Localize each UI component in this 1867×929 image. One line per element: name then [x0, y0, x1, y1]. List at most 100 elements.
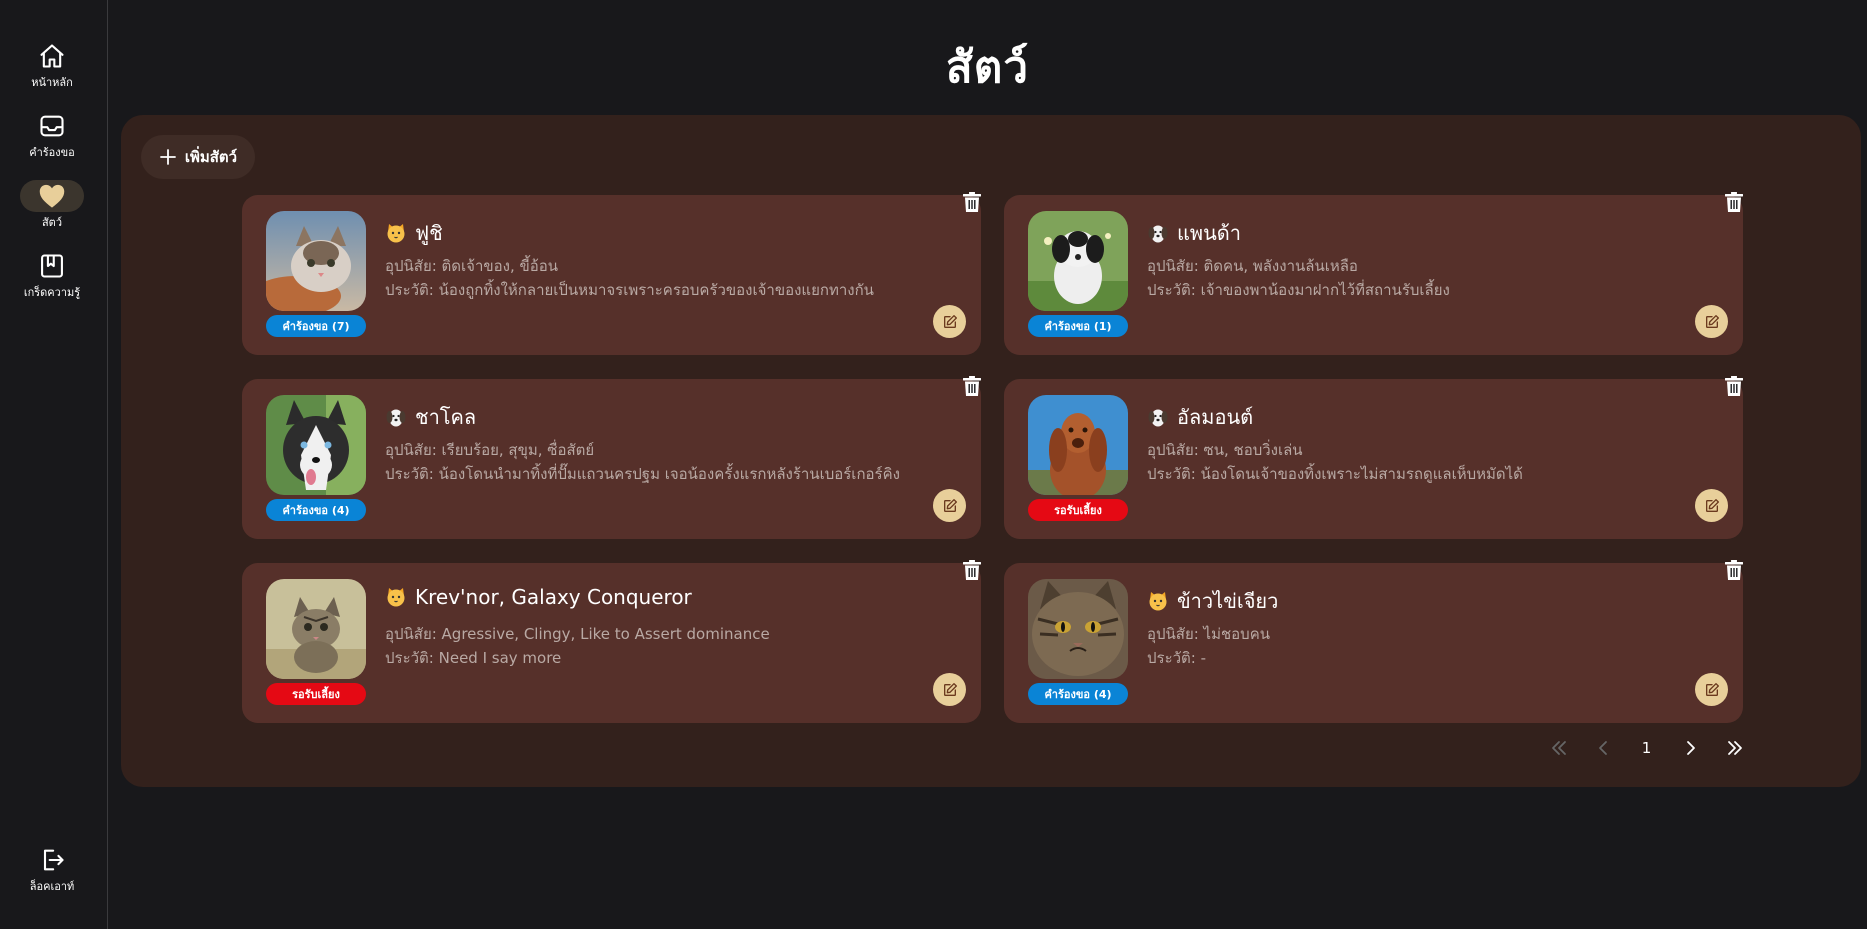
trash-icon [963, 376, 981, 396]
sidebar-item-home[interactable]: หน้าหลัก [0, 40, 104, 91]
pet-name: ชาโคล [415, 405, 477, 429]
status-badge[interactable]: คำร้องขอ (4) [266, 499, 366, 521]
pet-card: รอรับเลี้ยง อัลมอนต์ อุปนิสัย: ซน, ชอบวิ… [1004, 376, 1743, 539]
pet-card: รอรับเลี้ยง Krev'nor, Galaxy Conqueror อ… [242, 560, 981, 723]
pet-history: ประวัติ: เจ้าของพาน้องมาฝากไว้ที่สถานรับ… [1147, 281, 1450, 299]
pet-traits: อุปนิสัย: เรียบร้อย, สุขุม, ซื่อสัตย์ [385, 441, 595, 459]
delete-button[interactable] [1721, 557, 1747, 583]
dog-emoji-icon [386, 409, 406, 427]
pet-traits: อุปนิสัย: ไม่ชอบคน [1147, 625, 1270, 643]
plus-icon [159, 149, 176, 165]
prev-page-button[interactable] [1588, 733, 1618, 763]
pet-name: อัลมอนต์ [1177, 405, 1254, 429]
cat-photo [266, 211, 366, 311]
delete-button[interactable] [1721, 373, 1747, 399]
sidebar-item-requests[interactable]: คำร้องขอ [0, 110, 104, 161]
dog-photo [1028, 395, 1128, 495]
edit-icon [943, 498, 957, 512]
prev-page-icon [1598, 741, 1607, 755]
pet-name: Krev'nor, Galaxy Conqueror [415, 585, 692, 609]
first-page-icon [1551, 741, 1566, 755]
sidebar-item-label: สัตว์ [41, 216, 63, 229]
edit-button[interactable] [933, 305, 966, 338]
edit-icon [1705, 682, 1719, 696]
sidebar-item-label: เกร็ดความรู้ [23, 286, 81, 299]
pet-photo [266, 579, 366, 679]
last-page-button[interactable] [1720, 733, 1750, 763]
edit-button[interactable] [1695, 673, 1728, 706]
pet-photo [266, 211, 366, 311]
pet-photo [266, 395, 366, 495]
pet-history: ประวัติ: น้องถูกทิ้งให้กลายเป็นหมาจรเพรา… [385, 281, 874, 299]
pet-traits: อุปนิสัย: ติดคน, พลังงานล้นเหลือ [1147, 257, 1358, 275]
sidebar-item-label: คำร้องขอ [29, 146, 75, 159]
pet-card: คำร้องขอ (7) ฟูชิ อุปนิสัย: ติดเจ้าของ, … [242, 192, 981, 355]
edit-button[interactable] [933, 489, 966, 522]
trash-icon [1725, 192, 1743, 212]
trash-icon [1725, 376, 1743, 396]
delete-button[interactable] [959, 557, 985, 583]
book-icon [41, 254, 63, 278]
pet-history: ประวัติ: Need I say more [385, 649, 562, 667]
pet-name: ข้าวไข่เจียว [1177, 589, 1279, 613]
pet-photo [1028, 395, 1128, 495]
pet-traits: อุปนิสัย: ติดเจ้าของ, ขี้อ้อน [385, 257, 559, 275]
logout-button[interactable]: ล็อคเอาท์ [0, 844, 104, 895]
sidebar-item-label: หน้าหลัก [31, 76, 73, 89]
status-badge[interactable]: คำร้องขอ (1) [1028, 315, 1128, 337]
add-animal-button[interactable]: เพิ่มสัตว์ [141, 135, 255, 179]
pet-history: ประวัติ: น้องโดนเจ้าของทิ้งเพราะไม่สามรถ… [1147, 465, 1523, 483]
edit-icon [943, 682, 957, 696]
logout-label: ล็อคเอาท์ [29, 880, 75, 893]
edit-icon [1705, 498, 1719, 512]
add-animal-label: เพิ่มสัตว์ [184, 148, 238, 166]
pet-history: ประวัติ: - [1147, 649, 1207, 667]
dog-emoji-icon [1148, 409, 1168, 427]
status-badge[interactable]: คำร้องขอ (4) [1028, 683, 1128, 705]
pet-card: คำร้องขอ (4) ข้าวไข่เจียว อุปนิสัย: ไม่ช… [1004, 560, 1743, 723]
cat-emoji-icon [387, 224, 405, 243]
dog-emoji-icon [1148, 225, 1168, 243]
cat-emoji-icon [1149, 592, 1167, 611]
pet-name: แพนด้า [1177, 221, 1241, 245]
delete-button[interactable] [1721, 189, 1747, 215]
delete-button[interactable] [959, 373, 985, 399]
pet-name: ฟูชิ [415, 221, 443, 245]
last-page-icon [1727, 741, 1742, 755]
first-page-button[interactable] [1544, 733, 1574, 763]
trash-icon [963, 560, 981, 580]
animals-panel: เพิ่มสัตว์ คำร้องขอ (7) ฟูชิ อุปนิสัย: ต… [121, 115, 1861, 787]
sidebar-item-knowledge[interactable]: เกร็ดความรู้ [0, 250, 104, 301]
dog-photo [1028, 211, 1128, 311]
inbox-icon [40, 115, 64, 137]
next-page-button[interactable] [1676, 733, 1706, 763]
cat-photo [266, 579, 366, 679]
trash-icon [1725, 560, 1743, 580]
status-badge[interactable]: รอรับเลี้ยง [266, 683, 366, 705]
pet-photo [1028, 579, 1128, 679]
pet-card: คำร้องขอ (4) ชาโคล อุปนิสัย: เรียบร้อย, … [242, 376, 981, 539]
dog-photo [266, 395, 366, 495]
cat-emoji-icon [387, 588, 405, 607]
pet-traits: อุปนิสัย: Agressive, Clingy, Like to Ass… [385, 625, 770, 643]
pet-photo [1028, 211, 1128, 311]
home-icon [40, 44, 64, 68]
edit-icon [1705, 314, 1719, 328]
status-badge[interactable]: รอรับเลี้ยง [1028, 499, 1128, 521]
trash-icon [963, 192, 981, 212]
edit-icon [943, 314, 957, 328]
edit-button[interactable] [1695, 489, 1728, 522]
heart-icon [39, 184, 65, 208]
delete-button[interactable] [959, 189, 985, 215]
next-page-icon [1686, 741, 1695, 755]
page-number[interactable]: 1 [1632, 733, 1662, 763]
sidebar: หน้าหลัก คำร้องขอ สัตว์ เกร็ดความรู้ ล็อ… [0, 0, 108, 929]
logout-icon [43, 849, 64, 871]
pagination: 1 [1534, 733, 1759, 763]
sidebar-item-animals[interactable]: สัตว์ [0, 180, 104, 231]
edit-button[interactable] [1695, 305, 1728, 338]
edit-button[interactable] [933, 673, 966, 706]
status-badge[interactable]: คำร้องขอ (7) [266, 315, 366, 337]
pet-card: คำร้องขอ (1) แพนด้า อุปนิสัย: ติดคน, พลั… [1004, 192, 1743, 355]
cat-photo [1028, 579, 1128, 679]
